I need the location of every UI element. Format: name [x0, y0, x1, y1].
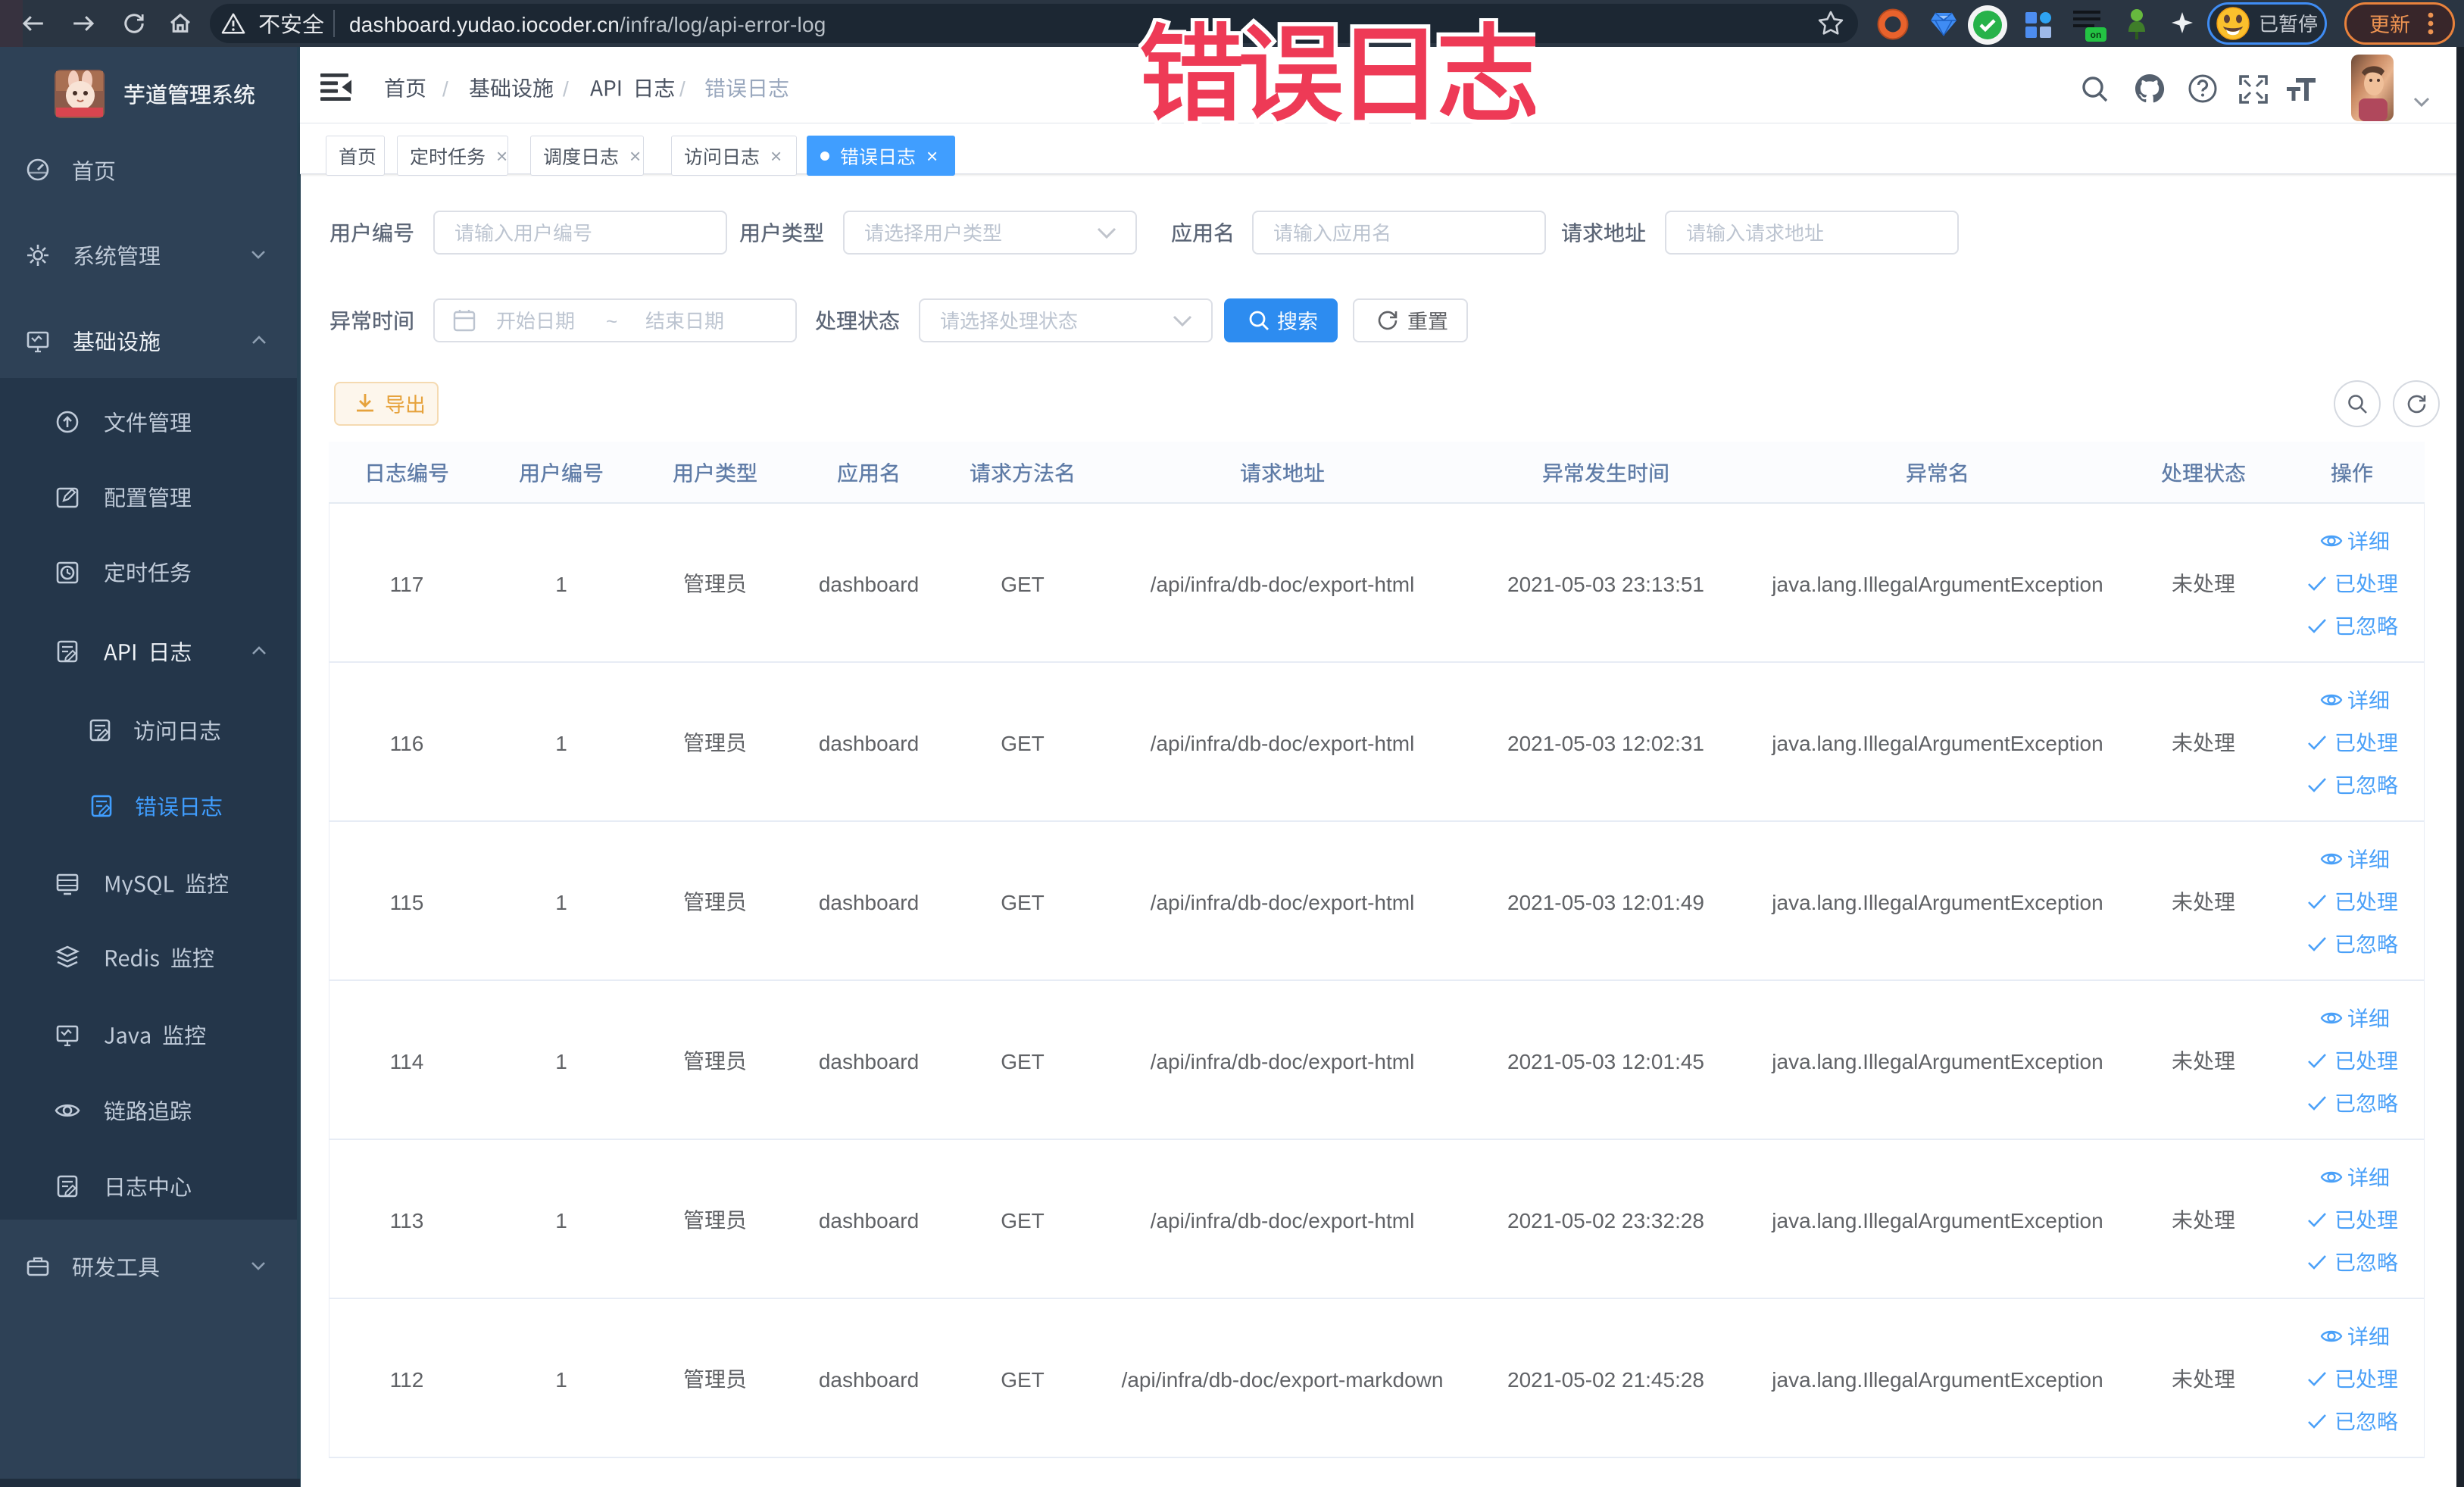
- svg-text:on: on: [2091, 30, 2102, 40]
